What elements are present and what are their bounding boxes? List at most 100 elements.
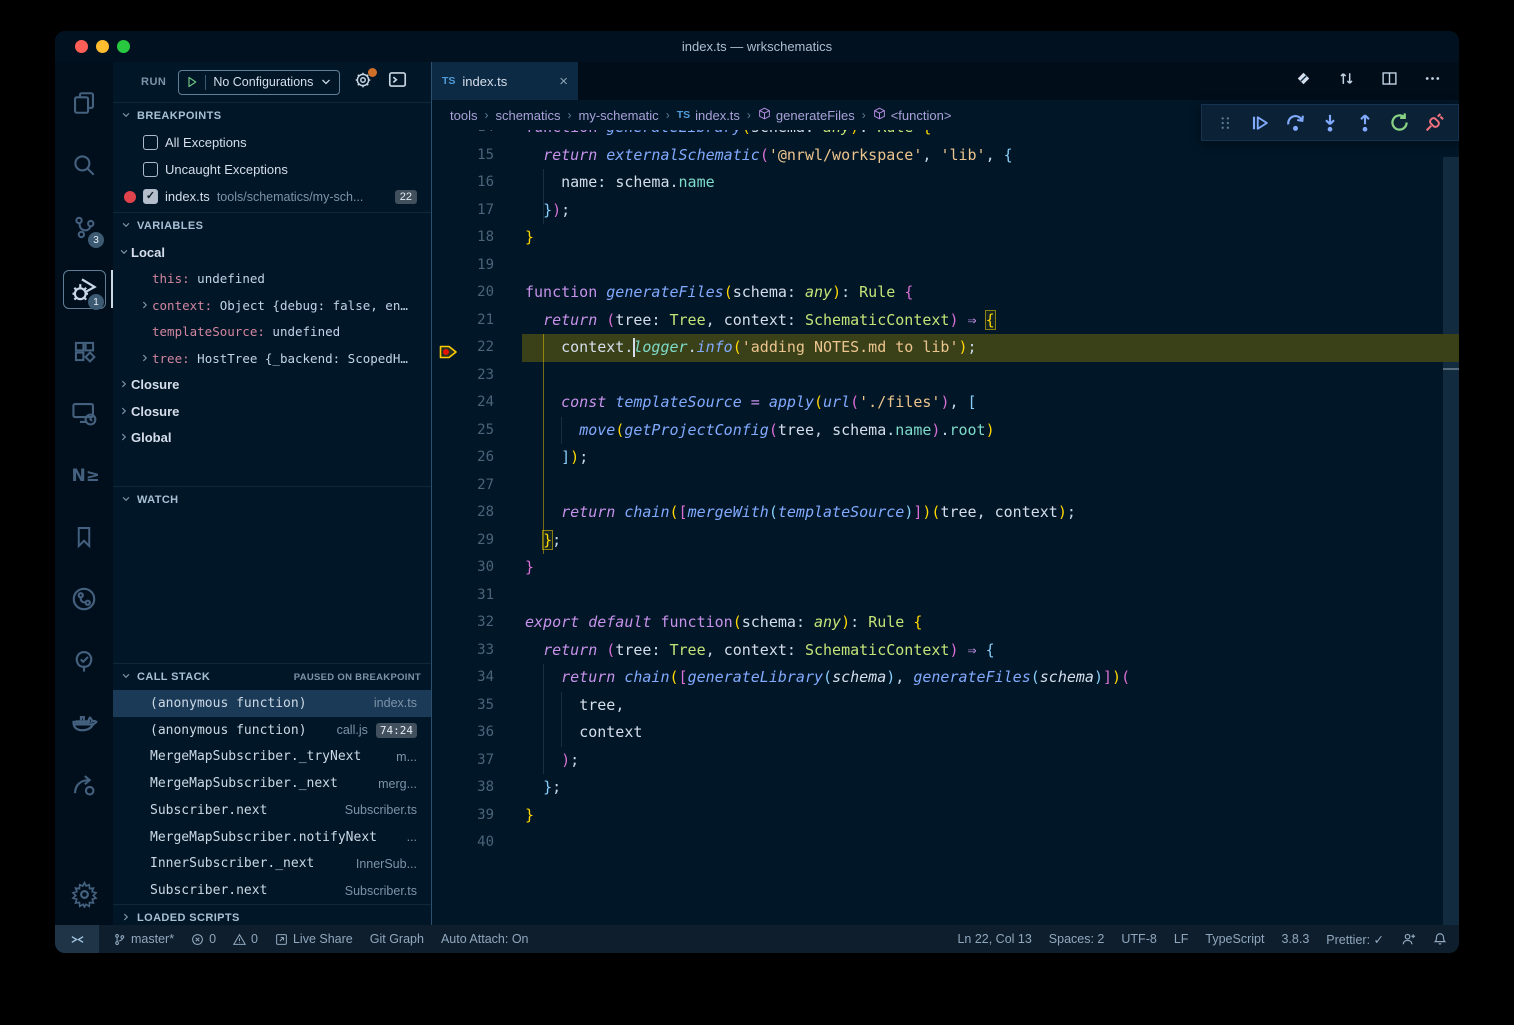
activity-bar-item-live-share-session[interactable] bbox=[55, 754, 113, 816]
breadcrumb-item[interactable]: tools bbox=[450, 108, 477, 123]
variable-row[interactable]: tree: HostTree {_backend: ScopedH… bbox=[113, 345, 431, 372]
chevron-right-icon[interactable] bbox=[140, 351, 152, 366]
breakpoint-checkbox[interactable]: ✓ bbox=[143, 189, 158, 204]
code-line[interactable]: 35 tree, bbox=[432, 692, 1459, 720]
breakpoint-checkbox[interactable] bbox=[143, 135, 158, 150]
variable-row[interactable]: templateSource: undefined bbox=[113, 319, 431, 346]
activity-bar-item-docker[interactable] bbox=[55, 692, 113, 754]
code-line[interactable]: 33 return (tree: Tree, context: Schemati… bbox=[432, 637, 1459, 665]
breadcrumb-item[interactable]: schematics bbox=[495, 108, 560, 123]
status-item-3-8-3[interactable]: 3.8.3 bbox=[1281, 932, 1309, 946]
activity-bar-item-test-explorer[interactable] bbox=[55, 630, 113, 692]
call-stack-frame[interactable]: MergeMapSubscriber._tryNextm... bbox=[113, 744, 431, 771]
code-line[interactable]: 28 return chain([mergeWith(templateSourc… bbox=[432, 499, 1459, 527]
code-line[interactable]: 15 return externalSchematic('@nrwl/works… bbox=[432, 142, 1459, 170]
activity-bar-item-source-control[interactable]: 3 bbox=[55, 196, 113, 258]
call-stack-frame[interactable]: Subscriber.nextSubscriber.ts bbox=[113, 797, 431, 824]
call-stack-frame[interactable]: MergeMapSubscriber.notifyNext... bbox=[113, 824, 431, 851]
drag-handle-button[interactable] bbox=[1212, 110, 1238, 136]
code-line[interactable]: 36 context bbox=[432, 719, 1459, 747]
tab-index-ts[interactable]: TS index.ts × bbox=[432, 62, 578, 100]
code-line[interactable]: 22 context.logger.info('adding NOTES.md … bbox=[432, 334, 1459, 362]
code-line[interactable]: 26 ]); bbox=[432, 444, 1459, 472]
code-line[interactable]: 27 bbox=[432, 472, 1459, 500]
debug-console-button[interactable] bbox=[388, 70, 407, 94]
breadcrumb-item[interactable]: <function> bbox=[873, 107, 952, 123]
status-item-0[interactable]: 0 bbox=[233, 932, 258, 946]
chevron-down-icon[interactable] bbox=[119, 245, 131, 260]
activity-bar-item-run-debug[interactable]: 1 bbox=[55, 258, 113, 320]
activity-bar-item-explorer[interactable] bbox=[55, 72, 113, 134]
watch-section-header[interactable]: WATCH bbox=[113, 486, 431, 513]
activity-bar-item-remote-explorer[interactable] bbox=[55, 382, 113, 444]
code-line[interactable]: 20function generateFiles(schema: any): R… bbox=[432, 279, 1459, 307]
status-item-0[interactable]: 0 bbox=[191, 932, 216, 946]
breadcrumb-item[interactable]: my-schematic bbox=[579, 108, 659, 123]
code-line[interactable]: 31 bbox=[432, 582, 1459, 610]
chevron-right-icon[interactable] bbox=[140, 298, 152, 313]
chevron-right-icon[interactable] bbox=[119, 404, 131, 419]
code-line[interactable]: 25 move(getProjectConfig(tree, schema.na… bbox=[432, 417, 1459, 445]
close-tab-icon[interactable]: × bbox=[559, 73, 568, 90]
debug-settings-button[interactable] bbox=[354, 71, 372, 94]
call-stack-frame[interactable]: MergeMapSubscriber._nextmerg... bbox=[113, 770, 431, 797]
code-line[interactable]: 30} bbox=[432, 554, 1459, 582]
breakpoint-checkbox[interactable] bbox=[143, 162, 158, 177]
chevron-right-icon[interactable] bbox=[119, 377, 131, 392]
variables-scope-row[interactable]: Closure bbox=[113, 372, 431, 399]
status-item-spaces-2[interactable]: Spaces: 2 bbox=[1049, 932, 1105, 946]
call-stack-section-header[interactable]: CALL STACK PAUSED ON BREAKPOINT bbox=[113, 663, 431, 690]
disconnect-button[interactable] bbox=[1421, 110, 1447, 136]
activity-bar-item-nx-console[interactable]: N≥ bbox=[55, 444, 113, 506]
variables-scope-row[interactable]: Closure bbox=[113, 398, 431, 425]
code-line[interactable]: 24 const templateSource = apply(url('./f… bbox=[432, 389, 1459, 417]
code-line[interactable]: 17 }); bbox=[432, 197, 1459, 225]
code-line[interactable]: 37 ); bbox=[432, 747, 1459, 775]
variables-scope-row[interactable]: Local bbox=[113, 239, 431, 266]
code-line[interactable]: 18} bbox=[432, 224, 1459, 252]
status-item-lf[interactable]: LF bbox=[1174, 932, 1189, 946]
breakpoint-row[interactable]: ✓index.tstools/schematics/my-sch...22 bbox=[113, 183, 431, 210]
status-item-utf-8[interactable]: UTF-8 bbox=[1121, 932, 1156, 946]
code-line[interactable]: 39} bbox=[432, 802, 1459, 830]
breadcrumb-item[interactable]: TSindex.ts bbox=[677, 108, 740, 123]
status-item-prettier-[interactable]: Prettier: ✓ bbox=[1326, 932, 1384, 947]
status-item-master-[interactable]: master* bbox=[113, 932, 174, 946]
chevron-right-icon[interactable] bbox=[119, 430, 131, 445]
variable-row[interactable]: this: undefined bbox=[113, 266, 431, 293]
activity-bar-item-git-graph[interactable] bbox=[55, 568, 113, 630]
status-item-auto-attach-on[interactable]: Auto Attach: On bbox=[441, 932, 529, 946]
launch-configuration-dropdown[interactable]: No Configurations bbox=[178, 70, 340, 95]
remote-indicator[interactable] bbox=[55, 925, 99, 953]
continue-button[interactable] bbox=[1247, 110, 1273, 136]
breakpoints-section-header[interactable]: BREAKPOINTS bbox=[113, 102, 431, 129]
breakpoint-row[interactable]: Uncaught Exceptions bbox=[113, 156, 431, 183]
call-stack-frame[interactable]: (anonymous function)call.js74:24 bbox=[113, 717, 431, 744]
status-item-ln-22-col-13[interactable]: Ln 22, Col 13 bbox=[957, 932, 1031, 946]
code-line[interactable]: 29 }; bbox=[432, 527, 1459, 555]
activity-bar-item-bookmarks[interactable] bbox=[55, 506, 113, 568]
restart-button[interactable] bbox=[1387, 110, 1413, 136]
open-changes-icon[interactable] bbox=[1295, 70, 1312, 92]
call-stack-frame[interactable]: InnerSubscriber._nextInnerSub... bbox=[113, 851, 431, 878]
status-item-git-graph[interactable]: Git Graph bbox=[370, 932, 424, 946]
code-line[interactable]: 23 bbox=[432, 362, 1459, 390]
activity-bar-item-search[interactable] bbox=[55, 134, 113, 196]
compare-changes-icon[interactable] bbox=[1338, 70, 1355, 92]
step-out-button[interactable] bbox=[1352, 110, 1378, 136]
variable-row[interactable]: context: Object {debug: false, en… bbox=[113, 292, 431, 319]
code-line[interactable]: 16 name: schema.name bbox=[432, 169, 1459, 197]
call-stack-frame[interactable]: (anonymous function)index.ts bbox=[113, 690, 431, 717]
status-item-bell[interactable] bbox=[1433, 932, 1447, 946]
code-line[interactable]: 19 bbox=[432, 252, 1459, 280]
code-line[interactable]: 34 return chain([generateLibrary(schema)… bbox=[432, 664, 1459, 692]
start-debug-icon[interactable] bbox=[186, 76, 198, 88]
breadcrumb-item[interactable]: generateFiles bbox=[758, 107, 855, 123]
loaded-scripts-section-header[interactable]: LOADED SCRIPTS bbox=[113, 904, 431, 931]
variables-section-header[interactable]: VARIABLES bbox=[113, 212, 431, 239]
code-editor[interactable]: 14function generateLibrary(schema: any):… bbox=[432, 130, 1459, 925]
variables-scope-row[interactable]: Global bbox=[113, 425, 431, 452]
status-item-person[interactable] bbox=[1401, 932, 1416, 947]
step-into-button[interactable] bbox=[1317, 110, 1343, 136]
status-item-typescript[interactable]: TypeScript bbox=[1205, 932, 1264, 946]
